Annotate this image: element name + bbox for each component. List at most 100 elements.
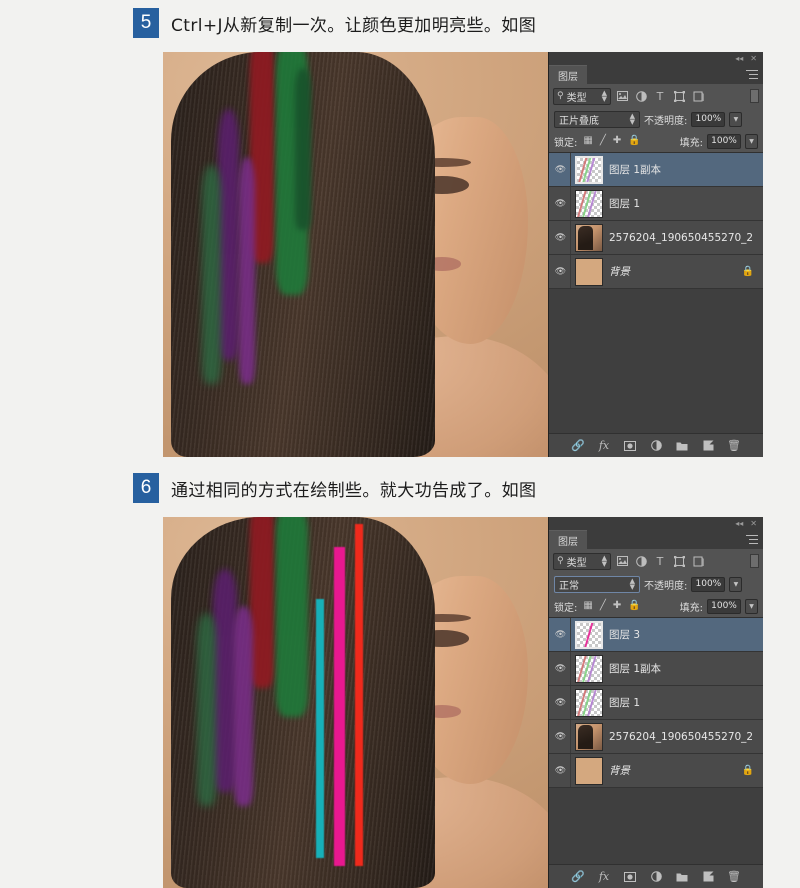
screenshot-figure-5: ◂◂ ✕ 图层 ⚲ 类型 ▲ ▼ T 正片叠底 ▲ ▼ 不透明度: 100% ▼… bbox=[163, 52, 763, 457]
add-mask-icon[interactable] bbox=[624, 870, 637, 883]
opacity-input[interactable]: 100% bbox=[691, 111, 726, 127]
panel-menu-icon[interactable] bbox=[746, 70, 758, 79]
tab-layers-label: 图层 bbox=[558, 71, 578, 83]
filter-type-dropdown[interactable]: ⚲ 类型 ▲ ▼ bbox=[553, 552, 611, 570]
eye-icon[interactable]: 👁 bbox=[551, 618, 571, 651]
panel-menu-icon[interactable] bbox=[746, 535, 758, 544]
collapse-icon[interactable]: ◂◂ bbox=[735, 519, 743, 528]
magnifier-icon: ⚲ bbox=[557, 91, 564, 101]
eye-icon[interactable]: 👁 bbox=[551, 720, 571, 753]
lock-transparent-icon[interactable]: ▦ bbox=[583, 601, 592, 611]
new-group-icon[interactable] bbox=[676, 439, 689, 452]
layers-list: 👁 图层 3 👁 图层 1副本 👁 图层 1 👁 2576204_1906504… bbox=[549, 617, 763, 864]
add-mask-icon[interactable] bbox=[624, 439, 637, 452]
eye-icon[interactable]: 👁 bbox=[551, 255, 571, 288]
step-instruction-text: Ctrl+J从新复制一次。让颜色更加明亮些。如图 bbox=[171, 15, 537, 36]
fx-icon[interactable]: fx bbox=[598, 439, 611, 452]
type-layer-icon[interactable]: T bbox=[652, 553, 668, 569]
layer-filter-row: ⚲ 类型 ▲ ▼ T bbox=[549, 84, 763, 108]
new-layer-icon[interactable] bbox=[702, 439, 715, 452]
layer-row[interactable]: 👁 2576204_190650455270_2 bbox=[549, 720, 763, 754]
blend-mode-dropdown[interactable]: 正常 ▲ ▼ bbox=[554, 575, 640, 593]
layer-row[interactable]: 👁 图层 1副本 bbox=[549, 652, 763, 686]
layer-thumbnail bbox=[575, 654, 603, 683]
lock-transparent-icon[interactable]: ▦ bbox=[583, 136, 592, 146]
tab-layers[interactable]: 图层 bbox=[549, 530, 587, 549]
type-layer-icon[interactable]: T bbox=[652, 88, 668, 104]
opacity-input[interactable]: 100% bbox=[691, 576, 726, 592]
eye-icon[interactable]: 👁 bbox=[551, 652, 571, 685]
blend-mode-row: 正片叠底 ▲ ▼ 不透明度: 100% ▼ bbox=[549, 108, 763, 130]
collapse-icon[interactable]: ◂◂ bbox=[735, 54, 743, 63]
screenshot-figure-6: ◂◂ ✕ 图层 ⚲ 类型 ▲ ▼ T 正常 ▲ ▼ 不透明度: 100% ▼ 锁… bbox=[163, 517, 763, 888]
layer-name: 背景 bbox=[609, 266, 630, 278]
fill-dropdown-button[interactable]: ▼ bbox=[745, 598, 758, 614]
adjustment-icon[interactable] bbox=[650, 439, 663, 452]
link-layers-icon[interactable]: 🔗 bbox=[571, 439, 585, 452]
eye-icon[interactable]: 👁 bbox=[551, 187, 571, 220]
filter-type-dropdown[interactable]: ⚲ 类型 ▲ ▼ bbox=[553, 87, 611, 105]
fill-dropdown-button[interactable]: ▼ bbox=[745, 133, 758, 149]
lock-position-icon[interactable]: ✚ bbox=[613, 136, 621, 146]
hair-streak bbox=[294, 68, 311, 231]
eye-icon[interactable]: 👁 bbox=[551, 754, 571, 787]
fill-label: 填充: bbox=[679, 602, 703, 614]
adjustment-layer-icon[interactable] bbox=[633, 88, 649, 104]
new-layer-icon[interactable] bbox=[702, 870, 715, 883]
close-icon[interactable]: ✕ bbox=[750, 54, 757, 63]
panel-titlebar: ◂◂ ✕ bbox=[549, 517, 763, 530]
lock-label: 锁定: bbox=[554, 602, 578, 614]
tab-layers[interactable]: 图层 bbox=[549, 65, 587, 84]
new-group-icon[interactable] bbox=[676, 870, 689, 883]
fill-input[interactable]: 100% bbox=[707, 133, 741, 149]
blend-mode-row: 正常 ▲ ▼ 不透明度: 100% ▼ bbox=[549, 573, 763, 595]
pixel-layer-icon[interactable] bbox=[614, 88, 630, 104]
filter-enable-toggle[interactable] bbox=[750, 554, 759, 568]
delete-layer-icon[interactable]: 🗑 bbox=[727, 439, 741, 452]
filter-enable-toggle[interactable] bbox=[750, 89, 759, 103]
photo-model-5 bbox=[163, 52, 551, 457]
lock-all-icon[interactable]: 🔒 bbox=[628, 601, 640, 611]
smart-object-icon[interactable] bbox=[690, 553, 706, 569]
lock-position-icon[interactable]: ✚ bbox=[613, 601, 621, 611]
adjustment-layer-icon[interactable] bbox=[633, 553, 649, 569]
layer-row[interactable]: 👁 背景 🔒 bbox=[549, 255, 763, 289]
pixel-layer-icon[interactable] bbox=[614, 553, 630, 569]
layer-row[interactable]: 👁 背景 🔒 bbox=[549, 754, 763, 788]
lock-icon: 🔒 bbox=[741, 765, 754, 776]
close-icon[interactable]: ✕ bbox=[750, 519, 757, 528]
eye-icon[interactable]: 👁 bbox=[551, 153, 571, 186]
opacity-dropdown-button[interactable]: ▼ bbox=[729, 111, 743, 127]
eye-icon[interactable]: 👁 bbox=[551, 686, 571, 719]
fx-icon[interactable]: fx bbox=[598, 870, 611, 883]
fill-label: 填充: bbox=[679, 137, 703, 149]
lock-all-icon[interactable]: 🔒 bbox=[628, 136, 640, 146]
fill-input[interactable]: 100% bbox=[707, 598, 741, 614]
layers-panel: ◂◂ ✕ 图层 ⚲ 类型 ▲ ▼ bbox=[548, 52, 763, 457]
layer-row[interactable]: 👁 图层 1副本 bbox=[549, 153, 763, 187]
delete-layer-icon[interactable]: 🗑 bbox=[727, 870, 741, 883]
photo-model-6 bbox=[163, 517, 551, 888]
lock-image-icon[interactable]: ╱ bbox=[600, 136, 606, 146]
opacity-dropdown-button[interactable]: ▼ bbox=[729, 576, 743, 592]
blend-mode-dropdown[interactable]: 正片叠底 ▲ ▼ bbox=[554, 110, 640, 128]
adjustment-icon[interactable] bbox=[650, 870, 663, 883]
link-layers-icon[interactable]: 🔗 bbox=[571, 870, 585, 883]
layer-filter-row: ⚲ 类型 ▲ ▼ T bbox=[549, 549, 763, 573]
layer-thumbnail bbox=[575, 223, 603, 252]
smart-object-icon[interactable] bbox=[690, 88, 706, 104]
eye-icon[interactable]: 👁 bbox=[551, 221, 571, 254]
layer-row[interactable]: 👁 图层 1 bbox=[549, 686, 763, 720]
lock-row: 锁定: ▦ ╱ ✚ 🔒 填充: 100% ▼ bbox=[549, 130, 763, 152]
shape-layer-icon[interactable] bbox=[671, 88, 687, 104]
layer-row[interactable]: 👁 2576204_190650455270_2 bbox=[549, 221, 763, 255]
hair-streak bbox=[197, 613, 216, 807]
layer-row[interactable]: 👁 图层 3 bbox=[549, 618, 763, 652]
lock-image-icon[interactable]: ╱ bbox=[600, 601, 606, 611]
layer-row[interactable]: 👁 图层 1 bbox=[549, 187, 763, 221]
step-header-6: 6 通过相同的方式在绘制些。就大功告成了。如图 bbox=[133, 473, 536, 503]
layer-name: 2576204_190650455270_2 bbox=[609, 231, 754, 244]
hair-streak-bright bbox=[355, 524, 364, 866]
shape-layer-icon[interactable] bbox=[671, 553, 687, 569]
chevron-updown-icon: ▲ ▼ bbox=[601, 553, 607, 568]
